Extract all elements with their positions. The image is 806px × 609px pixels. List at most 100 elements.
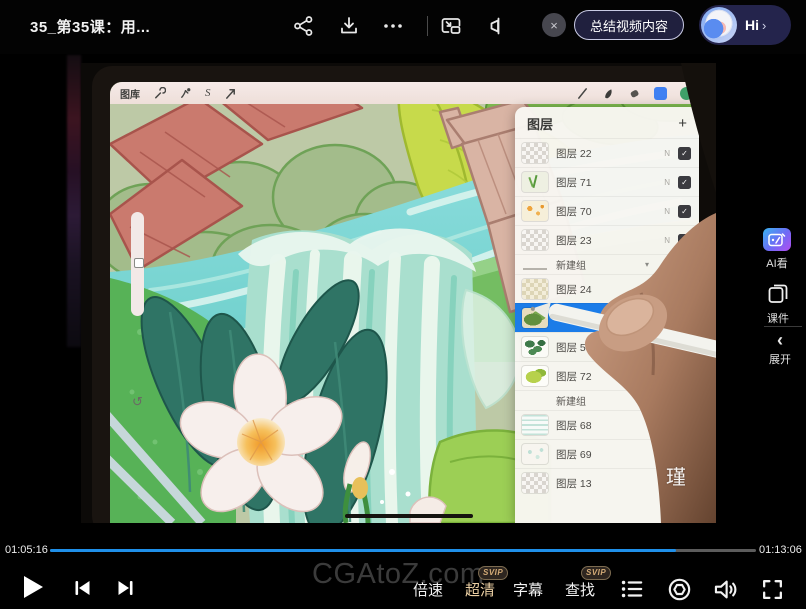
next-icon: [114, 576, 138, 600]
layer-thumbnail: [522, 259, 548, 271]
video-player-app: 35_第35课：用...: [0, 0, 806, 609]
smudge-icon: [602, 87, 615, 100]
ai-watch-label: AI看: [766, 255, 787, 271]
video-title: 35_第35课：用...: [30, 16, 150, 37]
modify-button-icon: [134, 258, 144, 268]
undo-icon: ↺: [132, 394, 143, 410]
assistant-avatar: [701, 7, 737, 43]
toolbar-divider: [427, 16, 428, 36]
play-icon: [16, 572, 46, 602]
find-button[interactable]: 查找: [565, 579, 595, 600]
table-edge-line: [345, 514, 473, 518]
share-icon: [292, 14, 316, 38]
layer-row[interactable]: 图层 71 N ✓: [515, 167, 699, 196]
layer-visibility-checkbox[interactable]: ✓: [678, 341, 691, 354]
video-edge-blur: [67, 55, 81, 347]
progress-bar[interactable]: [50, 549, 756, 552]
layers-panel-header: 图层 +: [515, 107, 699, 138]
settings-button[interactable]: [664, 574, 694, 604]
layers-list: 图层 22N✓图层 71N✓图层 70N✓图层 23N✓新建组▾✓图层 24✓✓…: [515, 138, 699, 497]
procreate-sidebar: [131, 212, 144, 316]
layer-label: 图层 69: [556, 447, 649, 462]
close-icon: ×: [550, 18, 558, 33]
svip-badge-quality: SVIP: [478, 566, 508, 580]
assistant-label: Hi: [745, 17, 759, 33]
layer-group-row[interactable]: 新建组▾✓: [515, 390, 699, 410]
layer-thumbnail: [522, 308, 548, 328]
layer-thumbnail: [522, 143, 548, 163]
blend-mode-label: N: [657, 207, 670, 216]
subtitles-button[interactable]: 字幕: [513, 579, 543, 600]
layer-row[interactable]: 图层 24✓: [515, 274, 699, 303]
chevron-right-icon: ›: [762, 18, 766, 33]
volume-button[interactable]: [710, 574, 740, 604]
blend-mode-label: N: [657, 178, 670, 187]
add-layer-icon: +: [678, 115, 687, 132]
speaker-icon: [484, 14, 508, 38]
picture-in-picture-button[interactable]: [438, 12, 464, 40]
next-video-button[interactable]: [112, 574, 140, 602]
layer-visibility-checkbox[interactable]: ✓: [678, 312, 691, 325]
fullscreen-button[interactable]: [758, 575, 786, 603]
current-time: 01:05:16: [5, 544, 48, 556]
layer-thumbnail: [522, 415, 548, 435]
ai-watch-button[interactable]: AI看: [763, 228, 791, 271]
summarize-video-label: 总结视频内容: [590, 16, 668, 35]
layer-label: 图层 72: [556, 369, 649, 384]
svip-badge-find: SVIP: [581, 566, 611, 580]
layer-visibility-checkbox[interactable]: ✓: [678, 283, 691, 296]
chevron-down-icon: ▾: [645, 396, 649, 405]
layer-row[interactable]: 图层 68Li: [515, 410, 699, 439]
play-button[interactable]: [13, 569, 49, 605]
chevron-down-icon: ▾: [645, 260, 649, 269]
layer-row[interactable]: 图层 58 ✓: [515, 332, 699, 361]
progress-fill: [50, 549, 676, 552]
layer-visibility-checkbox[interactable]: ✓: [678, 234, 691, 247]
quality-button[interactable]: 超清: [465, 579, 495, 600]
layer-thumbnail: [522, 473, 548, 493]
summarize-video-button[interactable]: 总结视频内容: [574, 10, 684, 40]
layer-row[interactable]: 图层 22N✓: [515, 138, 699, 167]
layer-thumbnail: [522, 201, 548, 221]
blend-mode-label: N: [657, 236, 670, 245]
listen-mode-button[interactable]: [483, 12, 509, 40]
download-button[interactable]: [336, 12, 362, 40]
layer-label: 图层 13: [556, 476, 649, 491]
layer-visibility-checkbox[interactable]: ✓: [678, 394, 691, 407]
creator-watermark: 瑾: [666, 461, 686, 490]
layer-row[interactable]: 图层 70N✓: [515, 196, 699, 225]
brush-icon: [576, 87, 589, 100]
video-surface[interactable]: 图库 S: [81, 63, 716, 523]
layer-visibility-checkbox[interactable]: [678, 419, 691, 432]
layer-visibility-checkbox[interactable]: ✓: [678, 258, 691, 271]
total-time: 01:13:06: [759, 544, 802, 556]
courseware-button[interactable]: 课件: [766, 282, 790, 326]
layer-thumbnail: [522, 366, 548, 386]
blend-mode-label: Li: [657, 421, 670, 430]
more-button[interactable]: [380, 12, 406, 40]
layer-visibility-checkbox[interactable]: [678, 448, 691, 461]
layer-visibility-checkbox[interactable]: ✓: [678, 176, 691, 189]
layer-label: 图层 58: [556, 340, 649, 355]
previous-video-button[interactable]: [68, 574, 96, 602]
layer-visibility-checkbox[interactable]: ✓: [678, 205, 691, 218]
procreate-gallery-label: 图库: [120, 86, 140, 101]
layer-visibility-checkbox[interactable]: ✓: [678, 370, 691, 383]
close-summary-button[interactable]: ×: [542, 13, 566, 37]
gear-icon: [666, 576, 693, 603]
playback-speed-button[interactable]: 倍速: [413, 579, 443, 600]
layer-visibility-checkbox[interactable]: ✓: [678, 147, 691, 160]
layer-label: 图层 22: [556, 146, 649, 161]
layer-label: 图层 71: [556, 175, 649, 190]
assistant-button[interactable]: Hi ›: [699, 5, 791, 45]
layer-row[interactable]: 图层 72 ✓: [515, 361, 699, 390]
selection-tool-icon: S: [205, 87, 211, 100]
expand-button[interactable]: ‹ 展开: [769, 333, 791, 367]
color-swatch-icon: [680, 87, 693, 100]
layer-group-row[interactable]: 新建组▾✓: [515, 254, 699, 274]
layer-row[interactable]: 图层 23N✓: [515, 225, 699, 254]
layer-row[interactable]: ✓: [515, 303, 699, 332]
layer-thumbnail: [522, 172, 548, 192]
share-button[interactable]: [291, 12, 317, 40]
playlist-button[interactable]: [618, 575, 646, 603]
